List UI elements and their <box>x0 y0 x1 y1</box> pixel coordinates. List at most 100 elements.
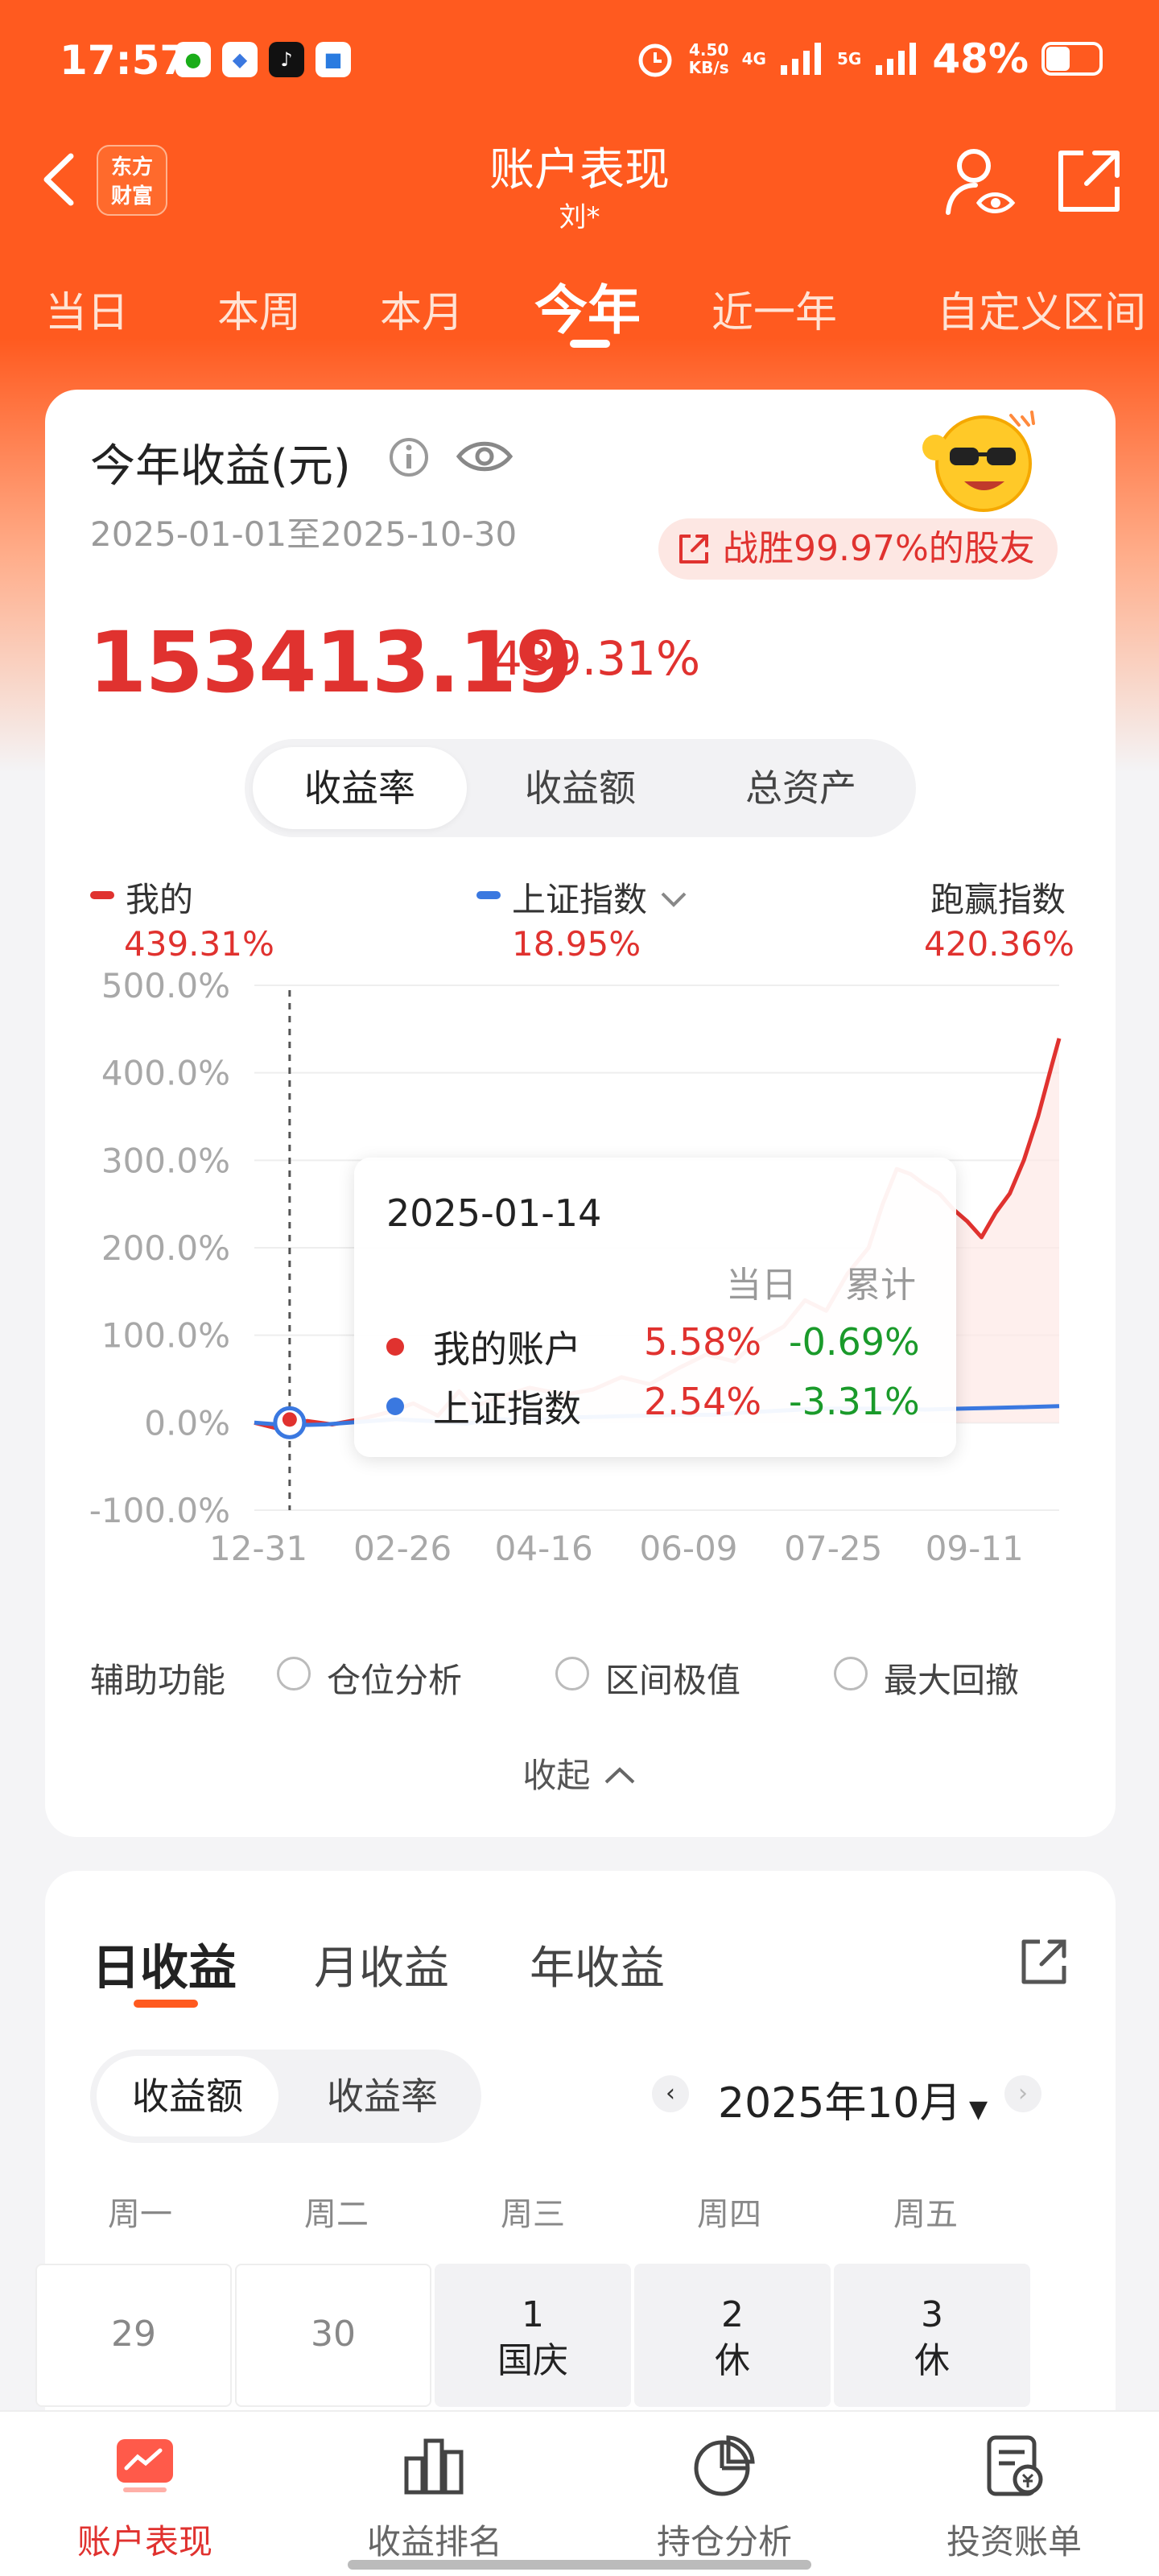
summary-title: 今年收益(元) <box>90 440 351 493</box>
legend-index-marker <box>476 891 501 899</box>
tab-custom-range[interactable]: 自定义区间 <box>937 279 1146 339</box>
tab-daily-earnings[interactable]: 日收益 <box>92 1929 237 1999</box>
month-selector[interactable]: 2025年10月 ▼ <box>718 2069 988 2129</box>
x-tick-label: 02-26 <box>353 1529 452 1568</box>
metric-earning-rate[interactable]: 收益率 <box>291 2056 473 2136</box>
signal-5g: 5G <box>836 49 862 68</box>
radio-range-extreme[interactable] <box>555 1657 589 1690</box>
tab-last-year[interactable]: 近一年 <box>711 279 837 339</box>
wechat-icon: ● <box>175 42 211 77</box>
calendar-day[interactable]: 30 <box>235 2264 431 2407</box>
info-icon[interactable] <box>388 436 430 478</box>
aux-label: 辅助功能 <box>90 1661 226 1700</box>
tab-active-indicator <box>570 340 610 348</box>
tooltip-index-dot <box>386 1397 404 1415</box>
radio-position-analysis[interactable] <box>277 1657 311 1690</box>
y-tick-label: 400.0% <box>101 1054 230 1093</box>
tab-yearly-earnings[interactable]: 年收益 <box>530 1932 665 1997</box>
metric-total-assets[interactable]: 总资产 <box>694 747 908 829</box>
caret-down-icon: ▼ <box>961 2095 988 2124</box>
earnings-metric-segment: 收益额 收益率 <box>90 2050 481 2143</box>
tooltip-mine-label: 我的账户 <box>433 1327 581 1371</box>
option-max-drawdown[interactable]: 最大回撤 <box>884 1653 1019 1703</box>
calendar-day[interactable]: 1 国庆 <box>435 2264 631 2407</box>
tiktok-icon: ♪ <box>269 42 304 77</box>
battery-percent: 48% <box>932 35 1029 82</box>
tab-year[interactable]: 今年 <box>534 267 641 345</box>
nav-investment-bill[interactable]: 投资账单 <box>909 2431 1119 2564</box>
alarm-icon <box>638 43 672 77</box>
y-tick-label: 300.0% <box>101 1141 230 1180</box>
tooltip-index-today: 2.54% <box>644 1380 762 1423</box>
tab-monthly-earnings[interactable]: 月收益 <box>314 1932 449 1997</box>
pie-chart-icon <box>694 2435 755 2496</box>
collapse-button[interactable]: 收起 <box>45 1748 1116 1798</box>
radio-max-drawdown[interactable] <box>834 1657 868 1690</box>
app-icon: ◆ <box>222 42 258 77</box>
chart-tooltip: 2025-01-14 当日 累计 我的账户 5.58% -0.69% 上证指数 … <box>354 1158 956 1457</box>
tab-week[interactable]: 本周 <box>217 279 301 339</box>
period-tabs: 当日 本周 本月 今年 近一年 自定义区间 <box>0 266 1159 354</box>
legend-index-selector[interactable]: 上证指数 <box>512 873 690 922</box>
option-range-extreme[interactable]: 区间极值 <box>605 1653 740 1703</box>
legend-index-value: 18.95% <box>512 924 641 964</box>
tooltip-col-today: 当日 <box>726 1265 797 1306</box>
calendar-day[interactable]: 3 休 <box>834 2264 1030 2407</box>
y-tick-label: 200.0% <box>101 1228 230 1268</box>
user-view-icon[interactable] <box>943 145 1017 219</box>
beat-text: 战胜99.97%的股友 <box>723 528 1035 569</box>
x-tick-label: 12-31 <box>209 1529 307 1568</box>
beat-badge[interactable]: 战胜99.97%的股友 <box>658 518 1058 580</box>
x-tick-label: 07-25 <box>784 1529 882 1568</box>
legend-outperform-value: 420.36% <box>924 924 1074 964</box>
calendar-day[interactable]: 29 <box>35 2264 232 2407</box>
mascot-sunglasses-icon <box>922 411 1035 512</box>
nav-account-performance[interactable]: 账户表现 <box>40 2431 250 2564</box>
nav-earnings-ranking[interactable]: 收益排名 <box>330 2431 539 2564</box>
x-tick-label: 06-09 <box>639 1529 737 1568</box>
weekday-mon: 周一 <box>108 2196 172 2233</box>
battery-icon <box>1041 42 1103 76</box>
bottom-nav: 账户表现 收益排名 持仓分析 投资账单 <box>0 2410 1159 2576</box>
legend-mine-label: 我的 <box>126 880 194 919</box>
legend-outperform-label: 跑赢指数 <box>930 880 1066 919</box>
share-icon[interactable] <box>1054 147 1124 216</box>
tooltip-date: 2025-01-14 <box>386 1191 602 1235</box>
prev-month-button[interactable]: ‹ <box>652 2075 689 2112</box>
nav-bar: 东方 财富 账户表现 刘* <box>0 129 1159 233</box>
month-label: 2025年10月 <box>718 2079 962 2128</box>
collapse-label: 收起 <box>522 1756 591 1795</box>
signal-4g: 4G <box>741 49 766 68</box>
share-icon[interactable] <box>1017 1935 1070 1988</box>
weekday-fri: 周五 <box>893 2196 958 2233</box>
share-icon <box>679 535 708 564</box>
tooltip-col-total: 累计 <box>845 1265 916 1306</box>
metric-return-rate[interactable]: 收益率 <box>253 747 467 829</box>
metric-earning-amount[interactable]: 收益额 <box>97 2056 278 2136</box>
date-range: 2025-01-01至2025-10-30 <box>90 514 518 554</box>
tooltip-mine-total: -0.69% <box>789 1320 920 1364</box>
app-icon: ■ <box>316 42 351 77</box>
performance-chart-icon <box>117 2439 173 2492</box>
chevron-up-icon <box>604 1767 635 1784</box>
next-month-button[interactable]: › <box>1004 2075 1041 2112</box>
legend-mine-marker <box>90 891 114 899</box>
status-time: 17:57 <box>60 37 188 84</box>
notification-icons: ● ◆ ♪ ■ <box>175 42 351 77</box>
x-tick-label: 09-11 <box>926 1529 1024 1568</box>
tab-month[interactable]: 本月 <box>380 279 464 339</box>
nav-holdings-analysis[interactable]: 持仓分析 <box>620 2431 829 2564</box>
option-position-analysis[interactable]: 仓位分析 <box>327 1653 462 1703</box>
metric-return-amount[interactable]: 收益额 <box>473 747 687 829</box>
calendar-day[interactable]: 2 休 <box>634 2264 831 2407</box>
tab-today[interactable]: 当日 <box>45 279 129 339</box>
tooltip-mine-dot <box>386 1338 404 1356</box>
status-right: 4.50 KB/s 4G 5G 48% <box>634 35 1103 82</box>
chevron-down-icon <box>661 892 687 907</box>
weekday-wed: 周三 <box>501 2196 565 2233</box>
earnings-tab-indicator <box>134 2000 198 2008</box>
eye-icon[interactable] <box>456 438 514 475</box>
y-tick-label: 100.0% <box>101 1316 230 1356</box>
y-tick-label: -100.0% <box>89 1491 230 1530</box>
profit-percent: 439.31% <box>493 631 701 686</box>
